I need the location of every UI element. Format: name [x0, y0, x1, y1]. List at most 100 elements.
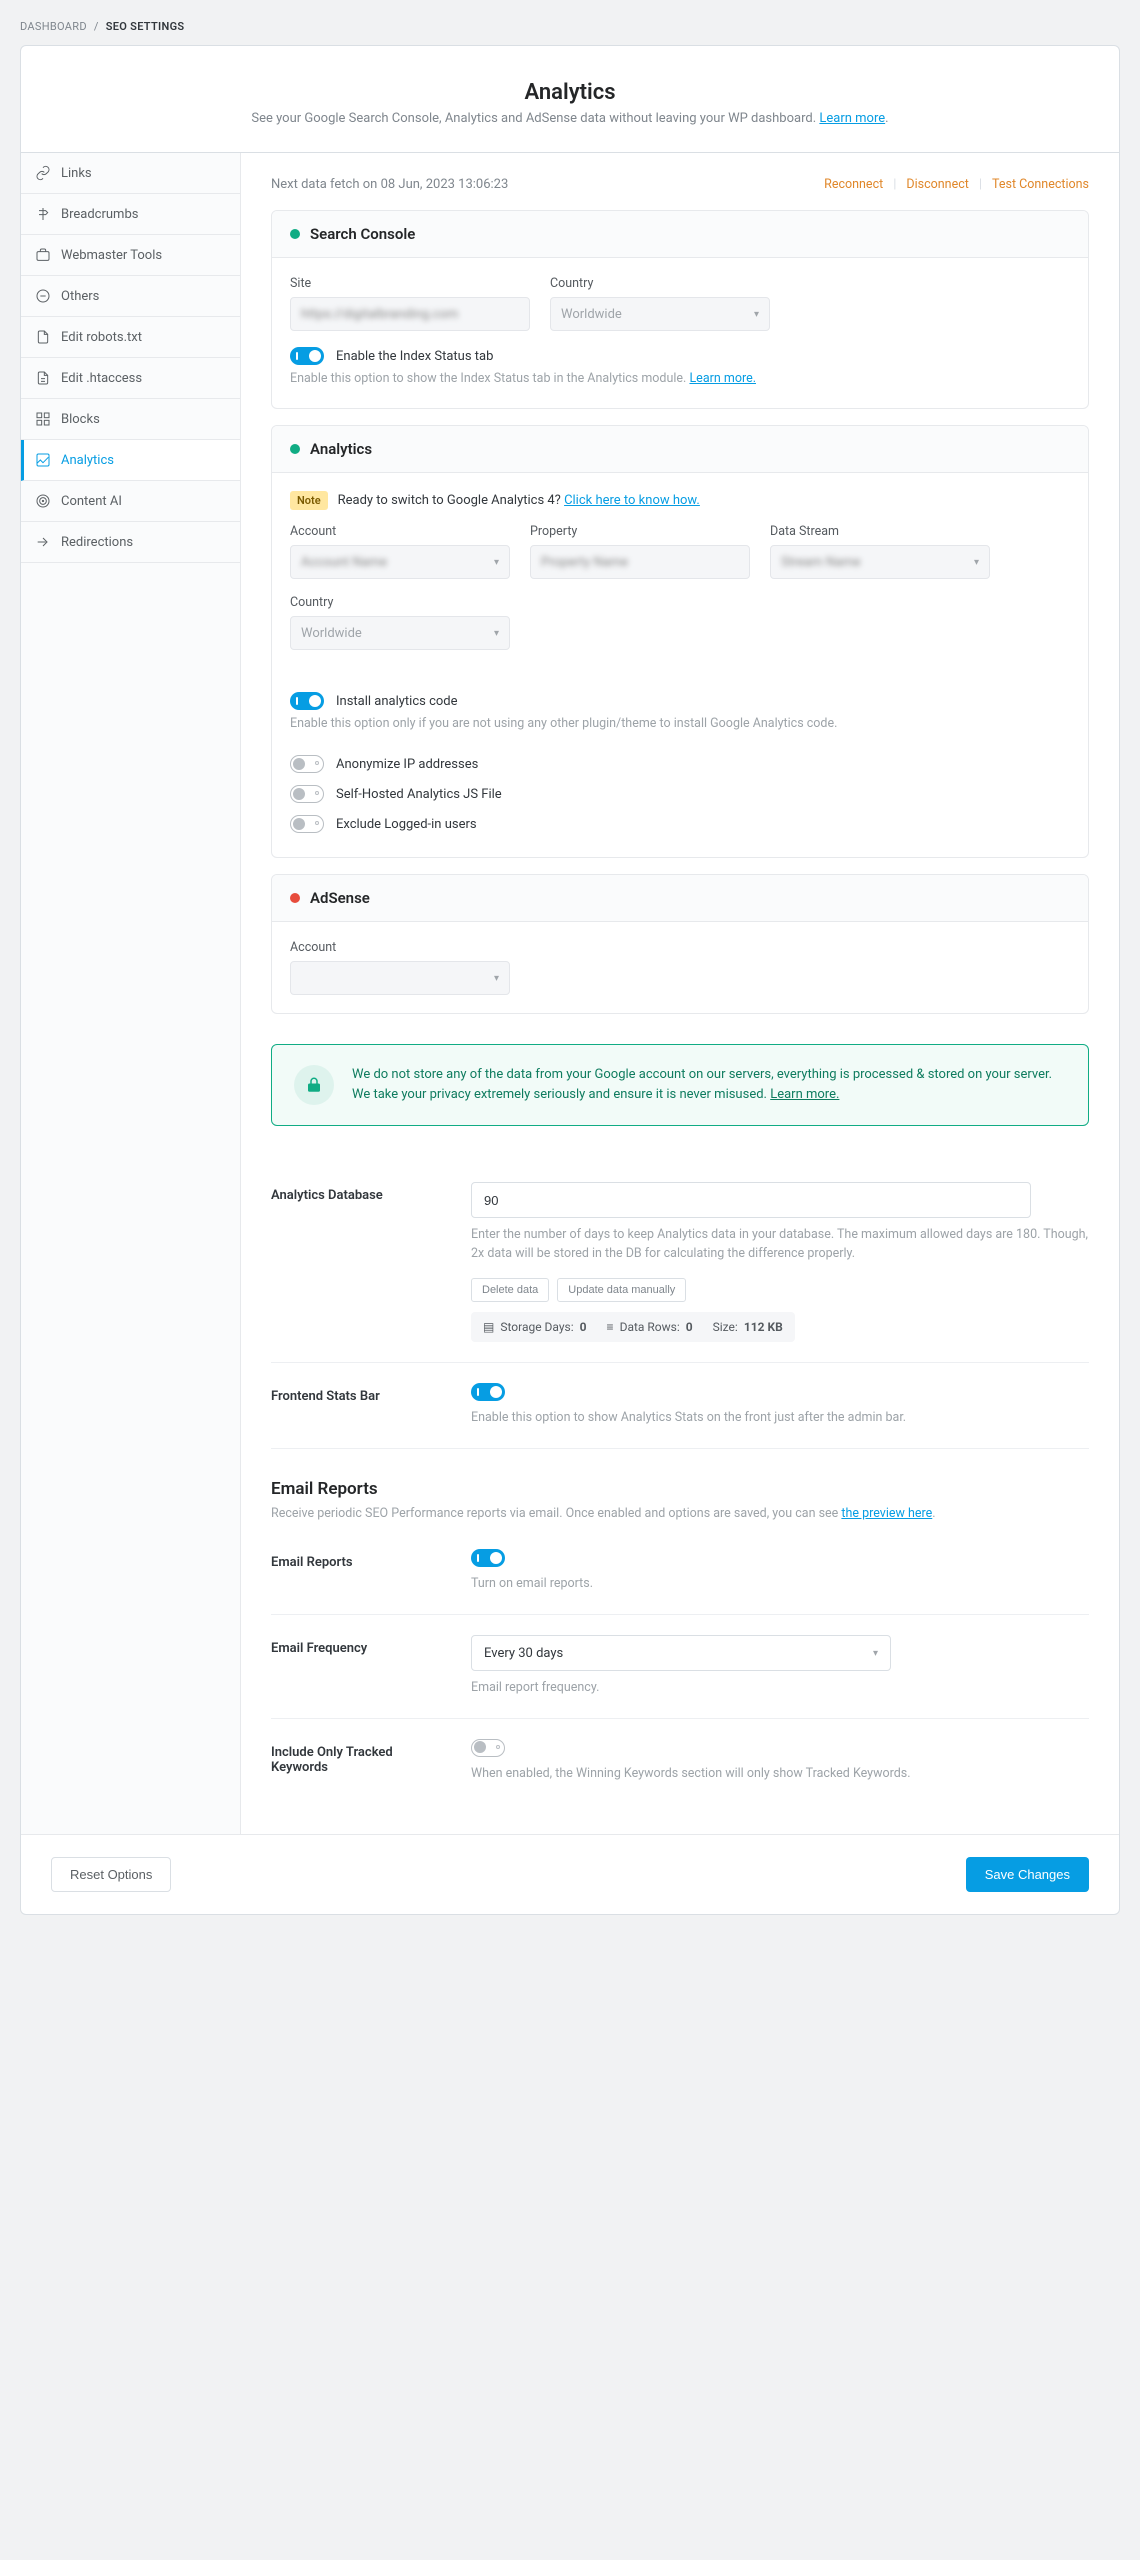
chevron-down-icon: ▾: [974, 557, 979, 568]
toggle-label: Install analytics code: [336, 694, 458, 709]
sidebar-item-breadcrumbs[interactable]: Breadcrumbs: [21, 194, 240, 235]
search-console-panel: Search Console Site https://digitalbrand…: [271, 210, 1089, 409]
site-label: Site: [290, 276, 530, 291]
adsense-panel: AdSense Account ▾: [271, 874, 1089, 1014]
sidebar-label: Breadcrumbs: [61, 207, 138, 222]
toggle-description: Enable this option only if you are not u…: [290, 716, 1070, 731]
redirect-icon: [35, 534, 51, 550]
email-reports-toggle[interactable]: [471, 1549, 505, 1567]
header-learn-more-link[interactable]: Learn more: [819, 111, 885, 126]
sidebar-item-redirections[interactable]: Redirections: [21, 522, 240, 563]
sidebar-item-blocks[interactable]: Blocks: [21, 399, 240, 440]
sidebar-item-others[interactable]: Others: [21, 276, 240, 317]
db-stats: ▤Storage Days: 0 ≡Data Rows: 0 Size: 112…: [471, 1312, 795, 1342]
lock-icon: [294, 1065, 334, 1105]
reconnect-link[interactable]: Reconnect: [824, 177, 883, 192]
sidebar-label: Links: [61, 166, 92, 181]
email-reports-label: Email Reports: [271, 1549, 451, 1594]
email-reports-desc: Turn on email reports.: [471, 1575, 1089, 1594]
status-dot-icon: [290, 444, 300, 454]
sidebar-label: Redirections: [61, 535, 133, 550]
delete-data-button[interactable]: Delete data: [471, 1278, 549, 1302]
ga4-link[interactable]: Click here to know how.: [564, 493, 700, 508]
privacy-info-box: We do not store any of the data from you…: [271, 1044, 1089, 1126]
datastream-select[interactable]: Stream Name▾: [770, 545, 990, 579]
chevron-down-icon: ▾: [494, 973, 499, 984]
circle-icon: [35, 288, 51, 304]
panel-title: Search Console: [310, 225, 415, 243]
note-badge: Note: [290, 491, 328, 510]
panel-title: Analytics: [310, 440, 372, 458]
toggle-label: Anonymize IP addresses: [336, 757, 478, 772]
sidebar-item-content-ai[interactable]: Content AI: [21, 481, 240, 522]
learn-more-link[interactable]: Learn more.: [689, 371, 756, 386]
analytics-db-input[interactable]: [471, 1182, 1031, 1218]
sidebar-label: Blocks: [61, 412, 100, 427]
sidebar-item-robots[interactable]: Edit robots.txt: [21, 317, 240, 358]
frontend-stats-desc: Enable this option to show Analytics Sta…: [471, 1409, 1089, 1428]
property-select[interactable]: Property Name: [530, 545, 750, 579]
file-text-icon: [35, 370, 51, 386]
toggle-description: Enable this option to show the Index Sta…: [290, 371, 1070, 386]
chevron-down-icon: ▾: [754, 309, 759, 320]
toggle-label: Self-Hosted Analytics JS File: [336, 787, 502, 802]
index-status-toggle[interactable]: [290, 347, 324, 365]
preview-link[interactable]: the preview here: [841, 1506, 932, 1521]
sidebar-label: Analytics: [61, 453, 114, 468]
selfhosted-toggle[interactable]: [290, 785, 324, 803]
page-title: Analytics: [61, 80, 1079, 105]
tracked-keywords-desc: When enabled, the Winning Keywords secti…: [471, 1765, 1089, 1784]
email-frequency-desc: Email report frequency.: [471, 1679, 1089, 1698]
toggle-label: Enable the Index Status tab: [336, 349, 493, 364]
adsense-account-label: Account: [290, 940, 510, 955]
page-subtitle: See your Google Search Console, Analytic…: [61, 111, 1079, 126]
sidebar-item-links[interactable]: Links: [21, 153, 240, 194]
frontend-stats-toggle[interactable]: [471, 1383, 505, 1401]
analytics-db-desc: Enter the number of days to keep Analyti…: [471, 1226, 1089, 1264]
email-reports-header: Email Reports Receive periodic SEO Perfo…: [271, 1479, 1089, 1524]
list-icon: ≡: [607, 1320, 614, 1334]
update-data-button[interactable]: Update data manually: [557, 1278, 686, 1302]
property-label: Property: [530, 524, 750, 539]
email-frequency-select[interactable]: Every 30 days ▾: [471, 1635, 891, 1671]
reset-options-button[interactable]: Reset Options: [51, 1857, 171, 1892]
sidebar-label: Edit .htaccess: [61, 371, 142, 386]
section-desc: Receive periodic SEO Performance reports…: [271, 1505, 1089, 1524]
target-icon: [35, 493, 51, 509]
breadcrumb: DASHBOARD / SEO SETTINGS: [20, 20, 1120, 33]
signpost-icon: [35, 206, 51, 222]
status-dot-icon: [290, 893, 300, 903]
account-select[interactable]: Account Name▾: [290, 545, 510, 579]
sidebar-item-htaccess[interactable]: Edit .htaccess: [21, 358, 240, 399]
file-icon: [35, 329, 51, 345]
site-select[interactable]: https://digitalbranding.com: [290, 297, 530, 331]
page-header: Analytics See your Google Search Console…: [21, 46, 1119, 152]
tracked-keywords-label: Include Only Tracked Keywords: [271, 1739, 451, 1784]
anonymize-ip-toggle[interactable]: [290, 755, 324, 773]
sidebar-item-webmaster[interactable]: Webmaster Tools: [21, 235, 240, 276]
sidebar-item-analytics[interactable]: Analytics: [21, 440, 240, 481]
calendar-icon: ▤: [483, 1320, 494, 1334]
country-select[interactable]: Worldwide▾: [550, 297, 770, 331]
briefcase-icon: [35, 247, 51, 263]
tracked-keywords-toggle[interactable]: [471, 1739, 505, 1757]
analytics-country-select[interactable]: Worldwide▾: [290, 616, 510, 650]
status-dot-icon: [290, 229, 300, 239]
test-connections-link[interactable]: Test Connections: [992, 177, 1089, 192]
save-changes-button[interactable]: Save Changes: [966, 1857, 1089, 1892]
exclude-loggedin-toggle[interactable]: [290, 815, 324, 833]
toggle-label: Exclude Logged-in users: [336, 817, 477, 832]
chevron-down-icon: ▾: [873, 1648, 878, 1659]
frontend-stats-label: Frontend Stats Bar: [271, 1383, 451, 1428]
breadcrumb-root[interactable]: DASHBOARD: [20, 20, 87, 33]
email-frequency-label: Email Frequency: [271, 1635, 451, 1698]
link-icon: [35, 165, 51, 181]
blocks-icon: [35, 411, 51, 427]
sidebar-label: Others: [61, 289, 99, 304]
adsense-account-select[interactable]: ▾: [290, 961, 510, 995]
disconnect-link[interactable]: Disconnect: [906, 177, 968, 192]
privacy-learn-more-link[interactable]: Learn more.: [770, 1087, 839, 1102]
section-title: Email Reports: [271, 1479, 1089, 1499]
country-label: Country: [550, 276, 770, 291]
install-analytics-toggle[interactable]: [290, 692, 324, 710]
